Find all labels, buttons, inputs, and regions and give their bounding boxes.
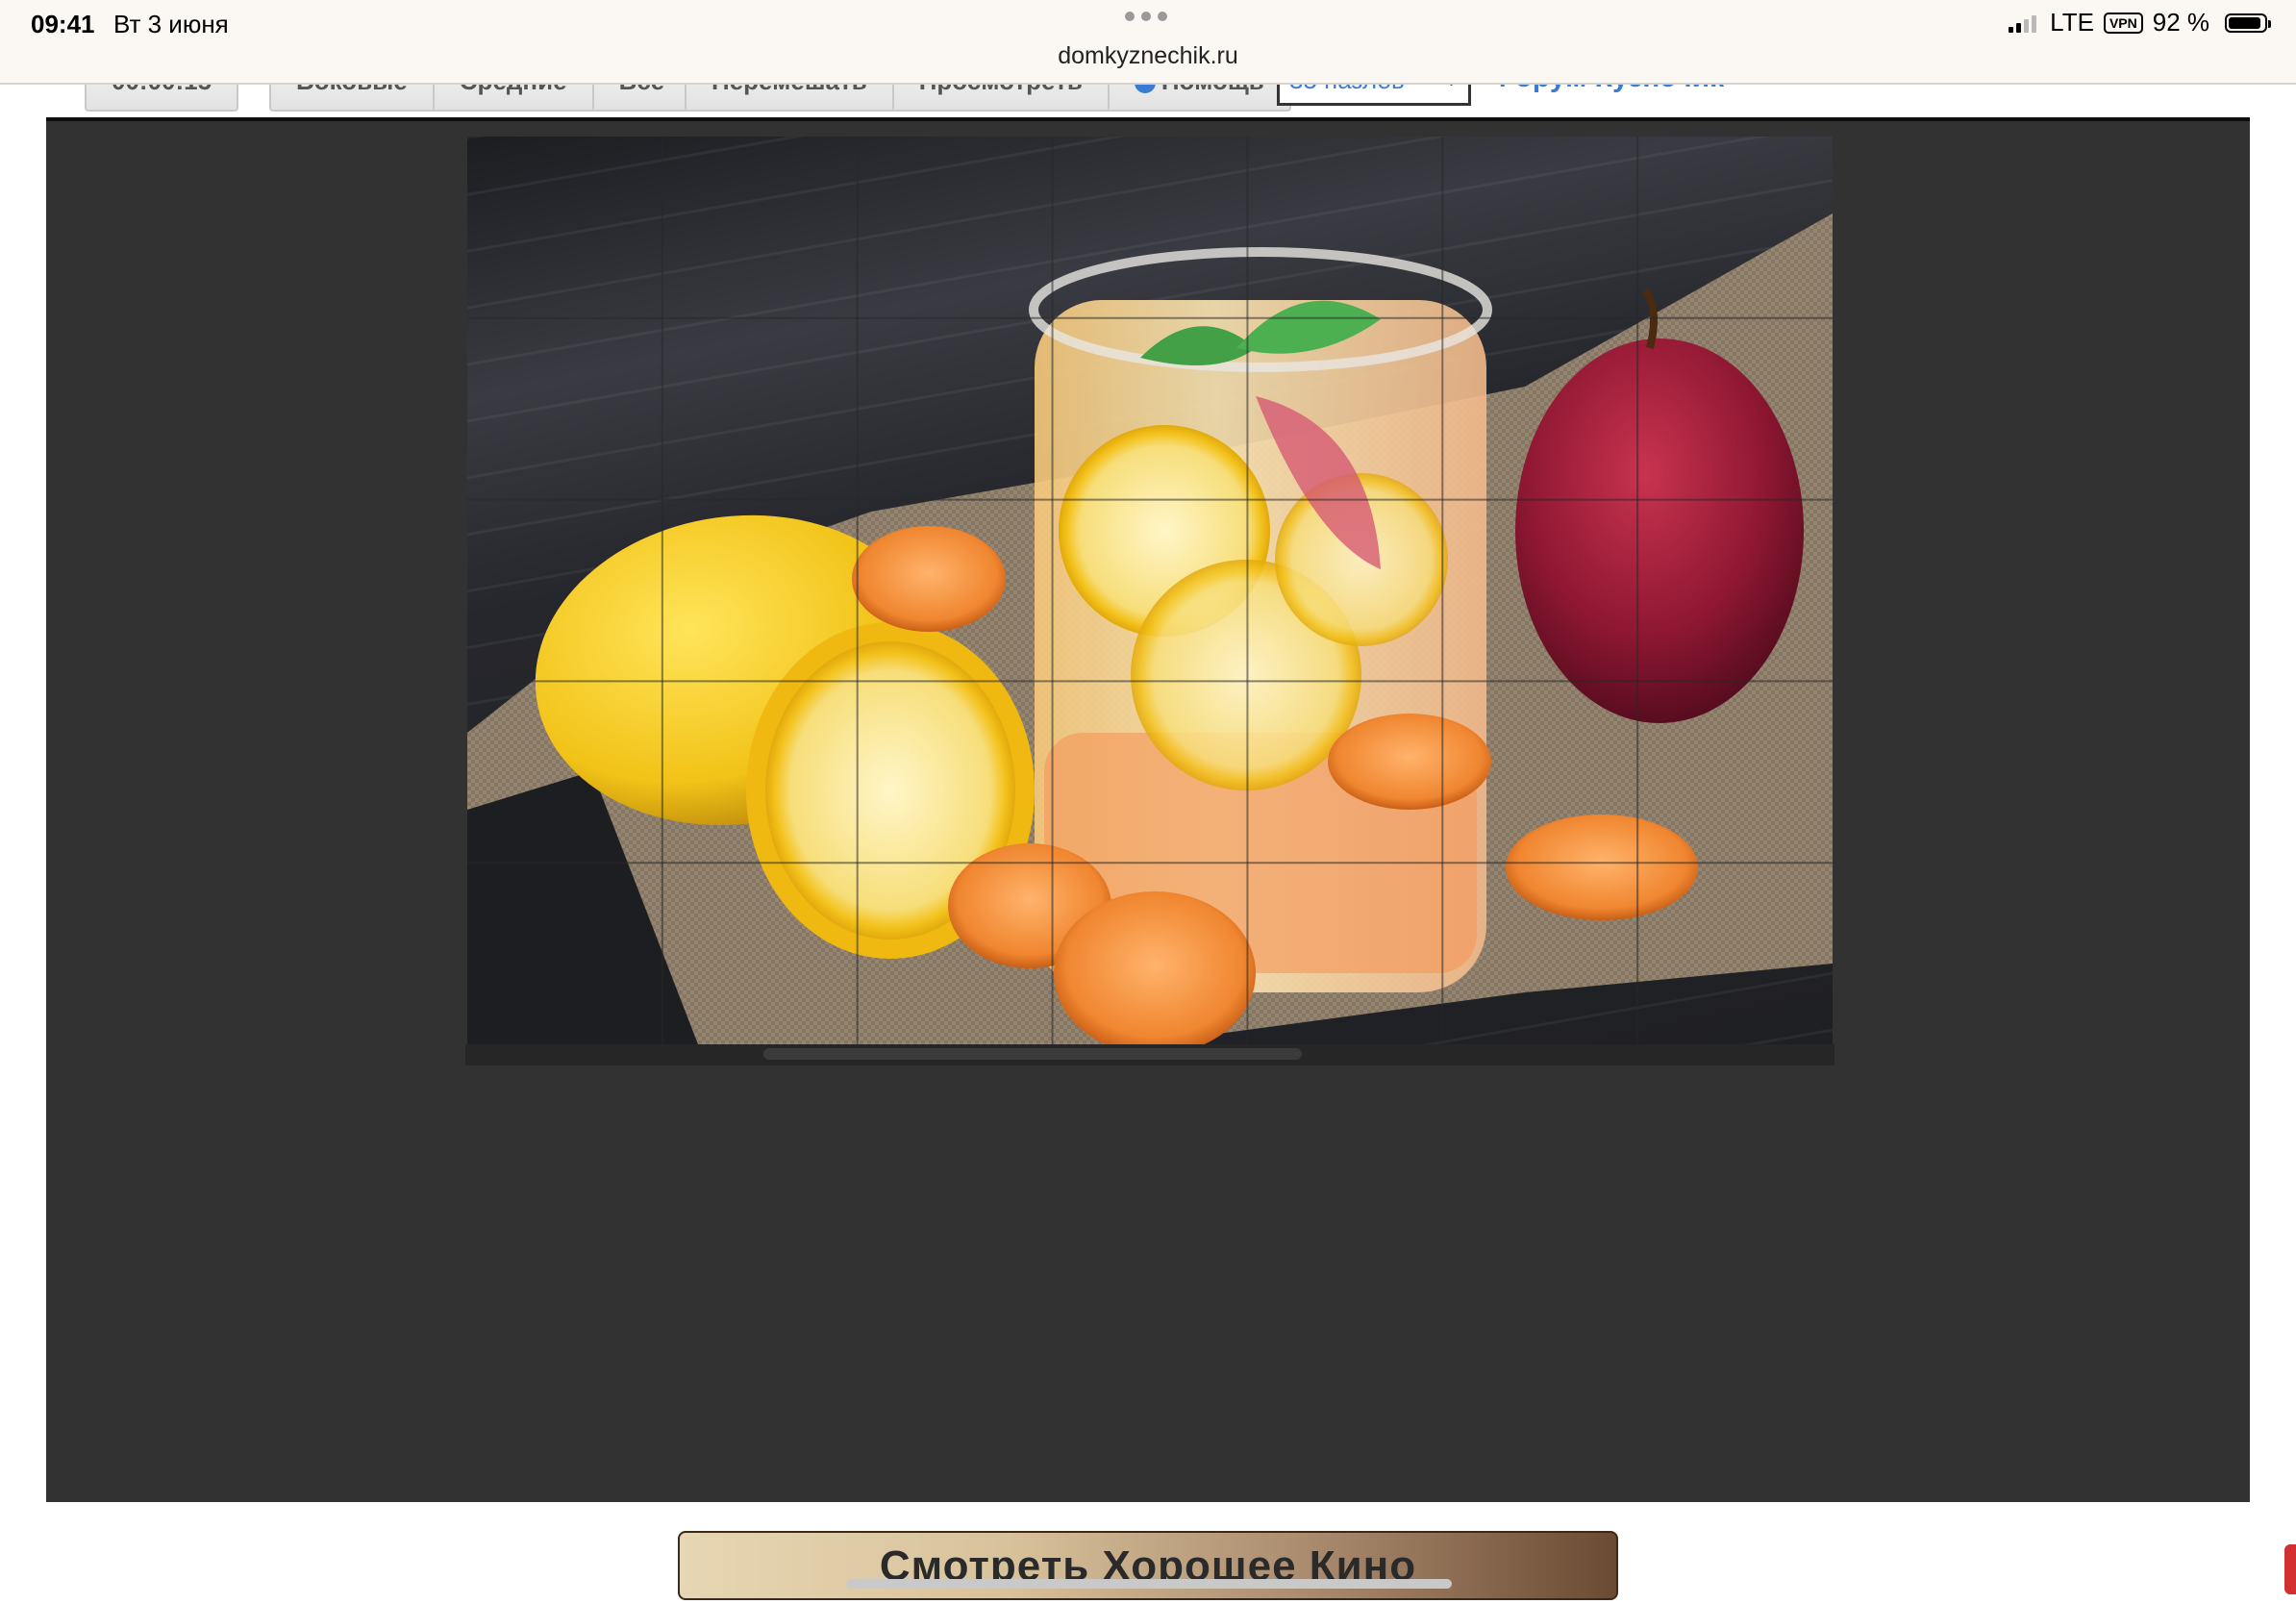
home-indicator <box>846 1579 1452 1589</box>
puzzle-tray <box>465 1044 1834 1065</box>
puzzle-image <box>467 213 1833 1044</box>
clock: 09:41 <box>31 10 95 38</box>
movie-ad-banner[interactable]: Смотреть Хорошее Кино <box>678 1531 1618 1600</box>
more-dots-icon[interactable] <box>1125 12 1167 21</box>
vpn-badge: VPN <box>2103 12 2143 34</box>
puzzle-board[interactable] <box>467 137 1833 1044</box>
ios-status-bar: 09:41 Вт 3 июня domkyznechik.ru LTE VPN … <box>0 0 2296 85</box>
battery-percent: 92 % <box>2152 8 2209 37</box>
address-bar-url[interactable]: domkyznechik.ru <box>0 42 2296 70</box>
side-edge-tab[interactable] <box>2284 1544 2296 1594</box>
network-type: LTE <box>2050 8 2094 37</box>
cellular-signal-icon <box>2009 13 2037 33</box>
date: Вт 3 июня <box>113 10 229 38</box>
status-indicators: LTE VPN 92 % <box>2009 8 2271 38</box>
battery-icon <box>2225 13 2271 33</box>
